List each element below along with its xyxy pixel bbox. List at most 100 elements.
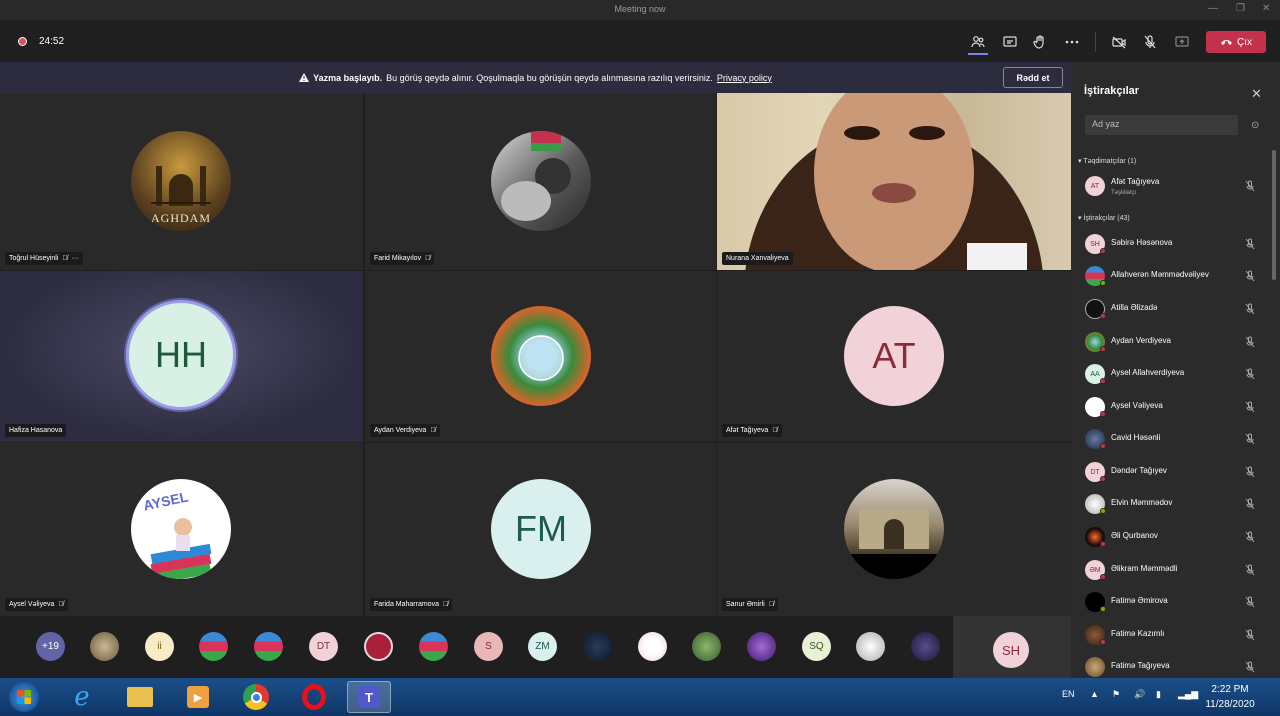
file-explorer-icon[interactable]: [118, 681, 162, 713]
strip-avatar[interactable]: [254, 632, 283, 661]
video-feed[interactable]: Nurana Xanvaliyeva: [717, 93, 1071, 270]
tray-expand-icon[interactable]: ▲: [1090, 689, 1099, 699]
avatar: AT: [1085, 176, 1105, 196]
volume-icon[interactable]: 🔊: [1134, 689, 1145, 700]
video-tile[interactable]: Aydan Verdiyeva 🎙̸: [365, 271, 716, 442]
power-icon[interactable]: ▮: [1156, 689, 1161, 700]
search-input[interactable]: Ad yaz: [1085, 115, 1238, 135]
camera-off-icon[interactable]: [1109, 32, 1129, 52]
participant-row[interactable]: Aysel Vəliyeva: [1085, 396, 1265, 420]
mic-off-icon[interactable]: [1244, 564, 1256, 576]
mic-off-icon[interactable]: [1244, 433, 1256, 445]
restore-button[interactable]: ❐: [1236, 3, 1245, 14]
media-player-icon[interactable]: ▶: [176, 681, 220, 713]
mic-off-icon[interactable]: [1244, 270, 1256, 282]
video-tile[interactable]: Sanur Əmirli 🎙̸: [717, 443, 1071, 616]
video-tile[interactable]: FM Farida Maharramova 🎙̸: [365, 443, 716, 616]
network-icon[interactable]: ▂▄▆: [1178, 689, 1198, 700]
start-button[interactable]: [2, 681, 46, 713]
more-options-icon[interactable]: [1062, 32, 1082, 52]
participant-name: Əlikram Məmmədli: [1111, 564, 1178, 573]
share-screen-icon[interactable]: [1172, 32, 1192, 52]
strip-avatar[interactable]: [90, 632, 119, 661]
dismiss-button[interactable]: Rədd et: [1003, 67, 1063, 88]
attendees-section-header[interactable]: ▾ İştirakçılar (43): [1078, 214, 1130, 222]
avatar: [491, 131, 591, 231]
video-tile[interactable]: AYSEL Aysel Vəliyeva 🎙̸: [0, 443, 363, 616]
mic-off-icon[interactable]: [1244, 401, 1256, 413]
strip-avatar[interactable]: DT: [309, 632, 338, 661]
self-view[interactable]: SH: [953, 616, 1071, 678]
teams-taskbar-icon[interactable]: T: [347, 681, 391, 713]
leave-button[interactable]: Çıx: [1206, 31, 1266, 53]
participant-row[interactable]: Cavid Həsənli: [1085, 428, 1265, 452]
more-icon[interactable]: ···: [72, 255, 79, 262]
strip-avatar[interactable]: [199, 632, 228, 661]
view-icon[interactable]: ⊙: [1251, 120, 1259, 131]
mic-off-icon[interactable]: [1244, 498, 1256, 510]
close-window-button[interactable]: ✕: [1262, 3, 1270, 14]
avatar: HH: [126, 300, 236, 410]
participant-row[interactable]: Allahverən Məmmədvəliyev: [1085, 265, 1265, 289]
video-tile-speaking[interactable]: HH Hafiza Hasanova: [0, 271, 363, 442]
mic-off-icon[interactable]: [1244, 336, 1256, 348]
participant-name: Aydan Verdiyeva: [374, 427, 427, 434]
mic-off-icon[interactable]: [1244, 180, 1256, 192]
strip-avatar[interactable]: [364, 632, 393, 661]
mic-off-icon[interactable]: [1244, 531, 1256, 543]
strip-avatar[interactable]: [583, 632, 612, 661]
mic-off-icon[interactable]: [1244, 629, 1256, 641]
action-center-icon[interactable]: ⚑: [1112, 689, 1120, 700]
mic-off-icon[interactable]: [1244, 303, 1256, 315]
participant-row[interactable]: Atilla Əlizadə: [1085, 298, 1265, 322]
strip-avatar[interactable]: S: [474, 632, 503, 661]
participant-row[interactable]: AT Afət Tağıyeva Təşkilatçı: [1085, 175, 1265, 199]
participant-name: Aysel Vəliyeva: [9, 601, 55, 608]
mic-off-icon[interactable]: [1244, 596, 1256, 608]
mic-off-icon: 🎙̸: [58, 601, 64, 608]
internet-explorer-icon[interactable]: e: [60, 681, 104, 713]
more-participants-button[interactable]: +19: [36, 632, 65, 661]
participant-row[interactable]: Fatimə Kazımlı: [1085, 624, 1265, 648]
raise-hand-icon[interactable]: [1030, 32, 1050, 52]
strip-avatar[interactable]: [419, 632, 448, 661]
chrome-icon[interactable]: [234, 681, 278, 713]
mic-off-icon[interactable]: [1244, 238, 1256, 250]
participant-row[interactable]: Əli Qurbanov: [1085, 526, 1265, 550]
minimize-button[interactable]: —: [1208, 3, 1218, 14]
strip-avatar[interactable]: SQ: [802, 632, 831, 661]
clock[interactable]: 2:22 PM 11/28/2020: [1204, 682, 1256, 712]
participant-row[interactable]: Fatimə Əmirova: [1085, 591, 1265, 615]
panel-scrollbar[interactable]: [1272, 150, 1276, 280]
close-icon[interactable]: ✕: [1251, 86, 1262, 102]
presenters-section-header[interactable]: ▾ Təqdimatçılar (1): [1078, 157, 1136, 165]
participant-row[interactable]: Fatimə Tağıyeva: [1085, 656, 1265, 680]
strip-avatar[interactable]: ZM: [528, 632, 557, 661]
mic-off-icon[interactable]: [1244, 661, 1256, 673]
clock-date: 11/28/2020: [1205, 699, 1255, 710]
strip-avatar[interactable]: [638, 632, 667, 661]
language-indicator[interactable]: EN: [1062, 689, 1075, 699]
participant-row[interactable]: ƏM Əlikram Məmmədli: [1085, 559, 1265, 583]
strip-avatar[interactable]: [856, 632, 885, 661]
mic-off-icon[interactable]: [1244, 368, 1256, 380]
strip-avatar[interactable]: [911, 632, 940, 661]
opera-icon[interactable]: [292, 681, 336, 713]
participant-row[interactable]: Aydan Verdiyeva: [1085, 331, 1265, 355]
strip-avatar[interactable]: [747, 632, 776, 661]
mic-off-icon[interactable]: [1140, 32, 1160, 52]
participant-row[interactable]: DT Dəndər Tağıyev: [1085, 461, 1265, 485]
mic-off-icon: 🎙̸: [425, 255, 431, 262]
video-tile[interactable]: AGHDAM Toğrul Hüseyinli 🎙̸ ···: [0, 93, 363, 270]
participant-row[interactable]: SH Səbirə Həsənova: [1085, 233, 1265, 257]
privacy-policy-link[interactable]: Privacy policy: [717, 73, 772, 83]
video-tile[interactable]: AT Afət Tağıyeva 🎙̸: [717, 271, 1071, 442]
chat-icon[interactable]: [1000, 32, 1020, 52]
participant-row[interactable]: AA Aysel Allahverdiyeva: [1085, 363, 1265, 387]
strip-avatar[interactable]: ii: [145, 632, 174, 661]
video-tile[interactable]: Farid Mikayılov 🎙̸: [365, 93, 716, 270]
participants-icon[interactable]: [968, 32, 988, 52]
mic-off-icon[interactable]: [1244, 466, 1256, 478]
participant-row[interactable]: Elvin Məmmədov: [1085, 493, 1265, 517]
strip-avatar[interactable]: [692, 632, 721, 661]
